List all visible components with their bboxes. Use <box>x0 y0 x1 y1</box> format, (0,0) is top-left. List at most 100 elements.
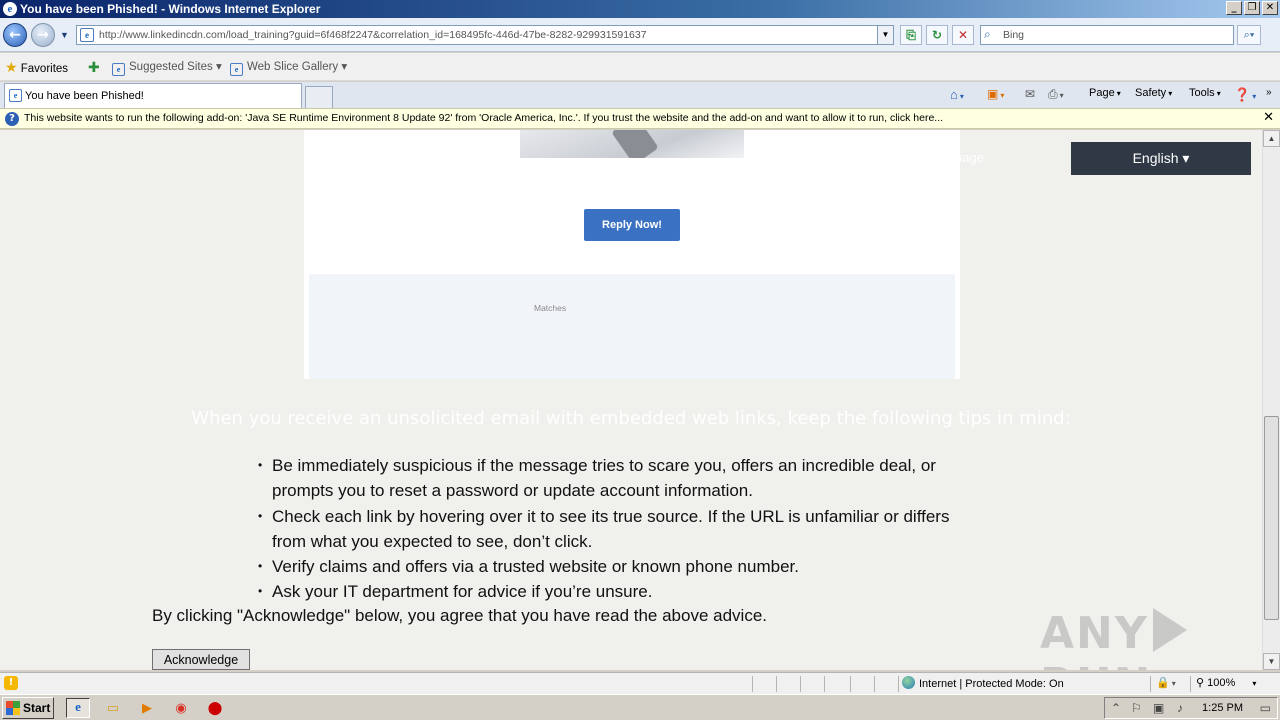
reply-now-button[interactable]: Reply Now! <box>584 209 680 241</box>
recent-pages-dropdown[interactable]: ▼ <box>60 30 69 40</box>
globe-icon <box>902 676 915 689</box>
start-label: Start <box>23 701 51 715</box>
web-slice-gallery-label: Web Slice Gallery <box>247 61 339 73</box>
status-divider <box>1190 676 1191 692</box>
vertical-scrollbar[interactable]: ▲ ▼ <box>1262 130 1280 670</box>
faded-language-text: uage <box>955 150 984 165</box>
matches-section: Matches <box>309 274 955 379</box>
status-divider <box>824 676 825 692</box>
start-button[interactable]: Start <box>2 697 54 719</box>
opera-icon[interactable]: ⬤ <box>203 698 227 718</box>
favorites-button[interactable]: ★ Favorites <box>5 59 68 76</box>
chevron-icon[interactable]: » <box>1266 87 1272 98</box>
zone-label: Internet | Protected Mode: On <box>919 678 1064 690</box>
ie-taskbar-icon[interactable]: e <box>66 698 90 718</box>
new-tab-button[interactable] <box>305 86 333 108</box>
scroll-down-button[interactable]: ▼ <box>1263 653 1280 670</box>
status-divider <box>776 676 777 692</box>
acknowledge-button[interactable]: Acknowledge <box>152 649 250 670</box>
page-menu[interactable]: Page ▾ <box>1089 87 1121 99</box>
status-divider <box>1150 676 1151 692</box>
compatibility-view-button[interactable]: ⎘ <box>900 25 922 45</box>
star-icon: ★ <box>5 59 18 75</box>
status-bar: ! Internet | Protected Mode: On 🔒 ▾ ⚲ 100… <box>0 672 1280 694</box>
status-divider <box>898 676 899 692</box>
search-input[interactable]: Bing <box>1003 29 1024 41</box>
scroll-up-button[interactable]: ▲ <box>1263 130 1280 147</box>
window-title: You have been Phished! - Windows Interne… <box>20 2 321 16</box>
favorites-bar: ★ Favorites ✚ e Suggested Sites ▾ e Web Sl… <box>0 53 1280 81</box>
add-favorites-icon[interactable]: ✚ <box>88 59 100 76</box>
page-icon: e <box>80 28 94 42</box>
title-bar: e You have been Phished! - Windows Inter… <box>0 0 1280 18</box>
safety-menu[interactable]: Safety ▾ <box>1135 87 1172 99</box>
page-viewport: Reply Now! Matches uage English ▾ When y… <box>0 130 1262 670</box>
help-icon[interactable]: ❓ ▾ <box>1234 87 1256 103</box>
tools-menu-label: Tools <box>1189 87 1215 99</box>
close-button[interactable]: ✕ <box>1262 1 1278 15</box>
back-button[interactable]: ← <box>3 23 27 47</box>
address-dropdown-icon[interactable]: ▼ <box>877 26 893 44</box>
tips-list: Be immediately suspicious if the message… <box>258 453 988 605</box>
security-zone[interactable]: Internet | Protected Mode: On <box>902 676 1064 690</box>
info-bar[interactable]: ? This website wants to run the followin… <box>0 108 1280 129</box>
status-divider <box>874 676 875 692</box>
web-slice-gallery-link[interactable]: e Web Slice Gallery ▾ <box>230 59 347 76</box>
show-hidden-icons[interactable]: ⌃ <box>1111 701 1121 715</box>
system-tray: ⌃ ⚐ ▣ ♪ 1:25 PM ▭ <box>1104 697 1278 719</box>
url-text[interactable]: http://www.linkedincdn.com/load_training… <box>99 29 647 41</box>
clock[interactable]: 1:25 PM <box>1202 702 1243 714</box>
anyrun-watermark: ANYRUN <box>1040 608 1262 670</box>
zoom-label: 100% <box>1207 677 1236 689</box>
info-bar-close-icon[interactable]: ✕ <box>1263 110 1274 125</box>
list-item: Check each link by hovering over it to s… <box>258 504 988 555</box>
ie-page-icon: e <box>112 63 125 76</box>
tab-label: You have been Phished! <box>25 90 144 102</box>
restore-button[interactable]: ❐ <box>1244 1 1260 15</box>
chrome-icon[interactable]: ◉ <box>169 698 193 718</box>
volume-icon[interactable]: ♪ <box>1177 701 1183 715</box>
read-mail-icon[interactable]: ✉ <box>1025 87 1035 101</box>
action-center-flag-icon[interactable]: ⚐ <box>1131 701 1142 715</box>
search-box[interactable]: ⌕ Bing <box>980 25 1234 45</box>
feeds-icon[interactable]: ▣ ▾ <box>987 87 1004 101</box>
language-selector[interactable]: English ▾ <box>1071 142 1251 175</box>
matches-label: Matches <box>534 303 567 313</box>
agreement-text: By clicking "Acknowledge" below, you agr… <box>152 606 768 625</box>
info-bar-message[interactable]: This website wants to run the following … <box>24 112 943 124</box>
hero-image <box>520 130 744 158</box>
forward-button[interactable]: → <box>31 23 55 47</box>
taskbar: Start e ▭ ▶ ◉ ⬤ ⌃ ⚐ ▣ ♪ 1:25 PM ▭ <box>0 694 1280 720</box>
windows-logo-icon <box>6 701 20 715</box>
scroll-thumb[interactable] <box>1264 416 1279 620</box>
email-preview-card: Reply Now! Matches <box>304 130 960 379</box>
search-icon: ⌕ <box>984 27 991 41</box>
safety-menu-label: Safety <box>1135 87 1167 99</box>
address-bar[interactable]: e http://www.linkedincdn.com/load_traini… <box>76 25 894 45</box>
media-player-icon[interactable]: ▶ <box>135 698 159 718</box>
protected-mode-icon[interactable]: 🔒 ▾ <box>1156 676 1176 689</box>
info-question-icon: ? <box>5 112 19 126</box>
zoom-level[interactable]: ⚲ 100% ▾ <box>1196 676 1256 689</box>
show-desktop-icon[interactable]: ▭ <box>1260 701 1271 715</box>
stop-button[interactable]: ✕ <box>952 25 974 45</box>
list-item: Be immediately suspicious if the message… <box>258 453 988 504</box>
ie-logo-icon: e <box>3 2 17 16</box>
list-item: Verify claims and offers via a trusted w… <box>258 554 988 580</box>
search-go-button[interactable]: ⌕▾ <box>1237 25 1261 45</box>
tab-row: e You have been Phished! ⌂ ▾ ▣ ▾ ✉ ⎙ ▾ Page… <box>0 82 1280 108</box>
network-icon[interactable]: ▣ <box>1153 701 1164 715</box>
explorer-icon[interactable]: ▭ <box>101 698 125 718</box>
refresh-button[interactable]: ↻ <box>926 25 948 45</box>
tools-menu[interactable]: Tools ▾ <box>1189 87 1221 99</box>
status-divider <box>800 676 801 692</box>
home-icon[interactable]: ⌂ ▾ <box>950 87 964 102</box>
minimize-button[interactable]: _ <box>1226 1 1242 15</box>
print-icon[interactable]: ⎙ ▾ <box>1048 87 1064 102</box>
warning-icon[interactable]: ! <box>4 676 18 690</box>
suggested-sites-label: Suggested Sites <box>129 61 213 73</box>
suggested-sites-link[interactable]: e Suggested Sites ▾ <box>112 59 222 76</box>
status-divider <box>850 676 851 692</box>
address-toolbar: ← → ▼ e http://www.linkedincdn.com/load_… <box>0 18 1280 52</box>
tab-phished[interactable]: e You have been Phished! <box>4 83 302 108</box>
